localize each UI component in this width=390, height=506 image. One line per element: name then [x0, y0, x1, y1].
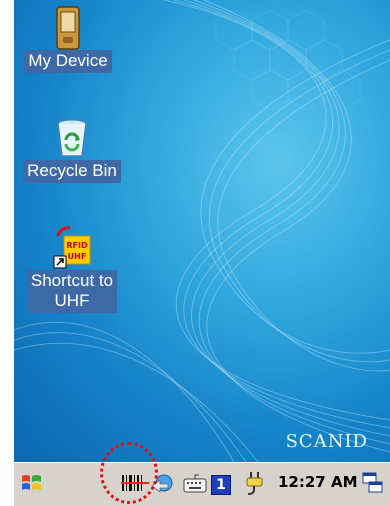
desktop-icon-label: My Device: [24, 50, 112, 73]
power-plug-icon: [244, 470, 266, 500]
barcode-scanner-button[interactable]: [120, 475, 150, 495]
desktop-icon-my-device[interactable]: My Device: [15, 6, 121, 73]
barcode-scanner-icon: [121, 474, 149, 496]
network-sync-icon: [150, 472, 176, 498]
keyboard-icon: [183, 473, 207, 497]
svg-text:RFID: RFID: [66, 241, 88, 250]
desktop: My Device Recycle Bin RFID UHF Shortcut …: [14, 0, 390, 462]
brand-logo-text: SCANID: [285, 431, 368, 452]
taskbar: 1 12:27 AM: [14, 462, 390, 506]
network-sync-button[interactable]: [150, 473, 176, 497]
svg-text:UHF: UHF: [68, 252, 87, 261]
desktop-switch-button[interactable]: [360, 471, 386, 499]
desktop-icon-recycle-bin[interactable]: Recycle Bin: [19, 116, 125, 183]
start-button[interactable]: [18, 471, 46, 499]
keyboard-button[interactable]: [182, 473, 208, 497]
pda-device-icon: [46, 6, 90, 50]
taskbar-clock[interactable]: 12:27 AM: [278, 473, 358, 491]
windows-flag-icon: [20, 471, 44, 499]
power-status-button[interactable]: [242, 471, 268, 499]
input-mode-button[interactable]: 1: [210, 473, 232, 497]
desktop-icon-uhf-shortcut[interactable]: RFID UHF Shortcut to UHF: [15, 226, 129, 313]
rfid-uhf-shortcut-icon: RFID UHF: [50, 226, 94, 270]
device-screen: My Device Recycle Bin RFID UHF Shortcut …: [0, 0, 390, 506]
desktop-icon-label: Shortcut to UHF: [26, 270, 118, 313]
windows-switch-icon: [362, 472, 384, 498]
input-mode-icon: 1: [211, 475, 231, 495]
desktop-icon-label: Recycle Bin: [23, 160, 121, 183]
recycle-bin-icon: [50, 116, 94, 160]
